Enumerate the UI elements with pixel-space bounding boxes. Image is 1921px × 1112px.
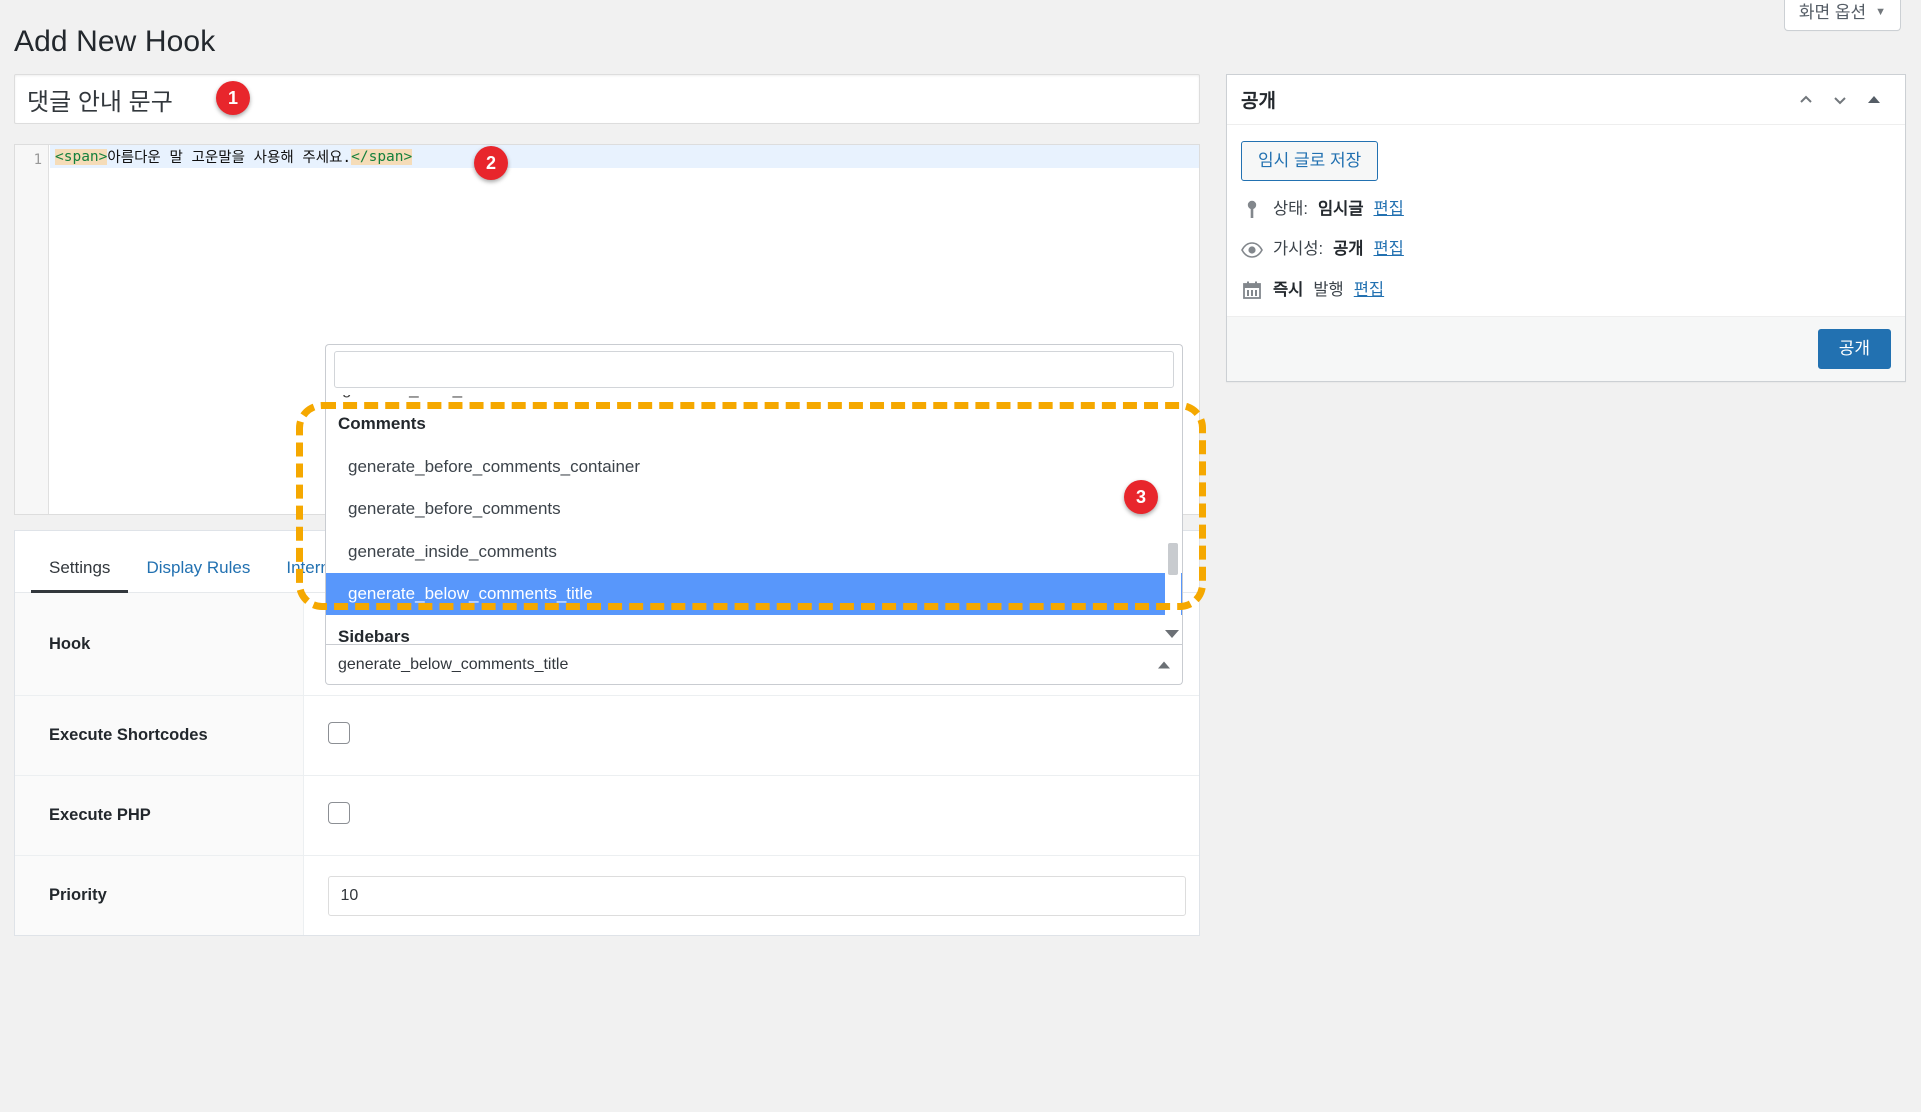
editor-gutter: 1: [15, 145, 49, 514]
schedule-label: 발행: [1313, 279, 1343, 302]
status-label: 상태:: [1273, 198, 1308, 221]
tab-settings[interactable]: Settings: [31, 558, 128, 592]
list-item[interactable]: generate_before_comments_container: [326, 446, 1182, 488]
publish-button[interactable]: 공개: [1818, 329, 1891, 369]
chevron-up-icon[interactable]: [1158, 661, 1170, 668]
hook-search-box: [325, 344, 1183, 395]
toggle-panel-icon[interactable]: [1857, 83, 1891, 117]
page-title: Add New Hook: [14, 22, 215, 61]
callout-badge-2: 2: [474, 146, 508, 180]
priority-input[interactable]: [328, 876, 1186, 916]
table-row: Priority: [15, 856, 1199, 936]
publish-metabox-footer: 공개: [1227, 316, 1905, 381]
publish-metabox-title: 공개: [1241, 86, 1789, 113]
code-open-tag: <span>: [55, 149, 107, 165]
callout-badge-1: 1: [216, 81, 250, 115]
move-up-icon[interactable]: [1789, 83, 1823, 117]
row-label-hook: Hook: [15, 593, 303, 696]
list-item-selected[interactable]: generate_below_comments_title: [326, 573, 1182, 615]
hook-results-list: generate_after_header Comments generate_…: [325, 395, 1183, 645]
optgroup-sidebars: Sidebars: [326, 615, 1182, 645]
tab-display-rules[interactable]: Display Rules: [128, 558, 268, 592]
visibility-label: 가시성:: [1273, 238, 1323, 261]
status-row: 상태: 임시글 편집: [1241, 198, 1891, 221]
editor-line-number: 1: [34, 152, 42, 168]
publish-metabox-body: 임시 글로 저장 상태: 임시글 편집: [1227, 125, 1905, 316]
execute-php-checkbox[interactable]: [328, 802, 350, 824]
hook-search-input[interactable]: [334, 351, 1174, 388]
publish-metabox-header: 공개: [1227, 75, 1905, 125]
clipped-item-label: generate_after_header: [342, 395, 515, 399]
screen-options-tab[interactable]: 화면 옵션 ▼: [1784, 0, 1901, 31]
schedule-edit-link[interactable]: 편집: [1354, 279, 1384, 302]
row-label-execute-php: Execute PHP: [15, 776, 303, 856]
hook-select-dropdown: generate_after_header Comments generate_…: [325, 344, 1183, 685]
editor-code-line[interactable]: <span>아름다운 말 고운말을 사용해 주세요.</span>: [50, 145, 1199, 168]
list-item-clipped[interactable]: generate_after_header: [326, 395, 1182, 402]
hook-title-input[interactable]: [15, 75, 1199, 123]
schedule-row: 즉시 발행 편집: [1241, 279, 1891, 302]
status-edit-link[interactable]: 편집: [1374, 198, 1404, 221]
row-value-priority: [303, 856, 1199, 936]
visibility-value: 공개: [1333, 238, 1363, 261]
row-value-execute-php: [303, 776, 1199, 856]
hook-selected-value: generate_below_comments_title: [338, 656, 568, 674]
publish-metabox: 공개 임시 글로 저장: [1226, 74, 1906, 382]
visibility-edit-link[interactable]: 편집: [1374, 238, 1404, 261]
optgroup-comments: Comments: [326, 402, 1182, 446]
status-value: 임시글: [1318, 198, 1364, 221]
callout-badge-3: 3: [1124, 480, 1158, 514]
row-label-execute-shortcodes: Execute Shortcodes: [15, 696, 303, 776]
results-scrollbar[interactable]: [1165, 395, 1181, 644]
execute-shortcodes-checkbox[interactable]: [328, 722, 350, 744]
list-item[interactable]: generate_inside_comments: [326, 531, 1182, 573]
pin-icon: [1241, 199, 1263, 221]
table-row: Execute PHP: [15, 776, 1199, 856]
chevron-down-icon: ▼: [1875, 7, 1886, 18]
calendar-icon: [1241, 279, 1263, 301]
table-row: Execute Shortcodes: [15, 696, 1199, 776]
screen-options-label: 화면 옵션: [1799, 4, 1866, 21]
row-label-priority: Priority: [15, 856, 303, 936]
main-column: [14, 74, 1200, 124]
code-body-text: 아름다운 말 고운말을 사용해 주세요.: [107, 146, 351, 167]
visibility-row: 가시성: 공개 편집: [1241, 238, 1891, 261]
scrollbar-thumb[interactable]: [1168, 543, 1178, 575]
chevron-down-icon[interactable]: [1165, 630, 1179, 638]
eye-icon: [1241, 239, 1263, 261]
hook-selected-value-field[interactable]: generate_below_comments_title: [325, 645, 1183, 685]
code-close-tag: </span>: [351, 149, 412, 165]
hook-title-field-wrap: [14, 74, 1200, 124]
schedule-value: 즉시: [1273, 279, 1303, 302]
list-item[interactable]: generate_before_comments: [326, 488, 1182, 530]
row-value-execute-shortcodes: [303, 696, 1199, 776]
admin-page-root: 화면 옵션 ▼ Add New Hook 1 <span>아름다운 말 고운말을…: [0, 0, 1921, 1112]
sidebar-column: 공개 임시 글로 저장: [1226, 74, 1906, 382]
move-down-icon[interactable]: [1823, 83, 1857, 117]
save-draft-button[interactable]: 임시 글로 저장: [1241, 141, 1378, 181]
